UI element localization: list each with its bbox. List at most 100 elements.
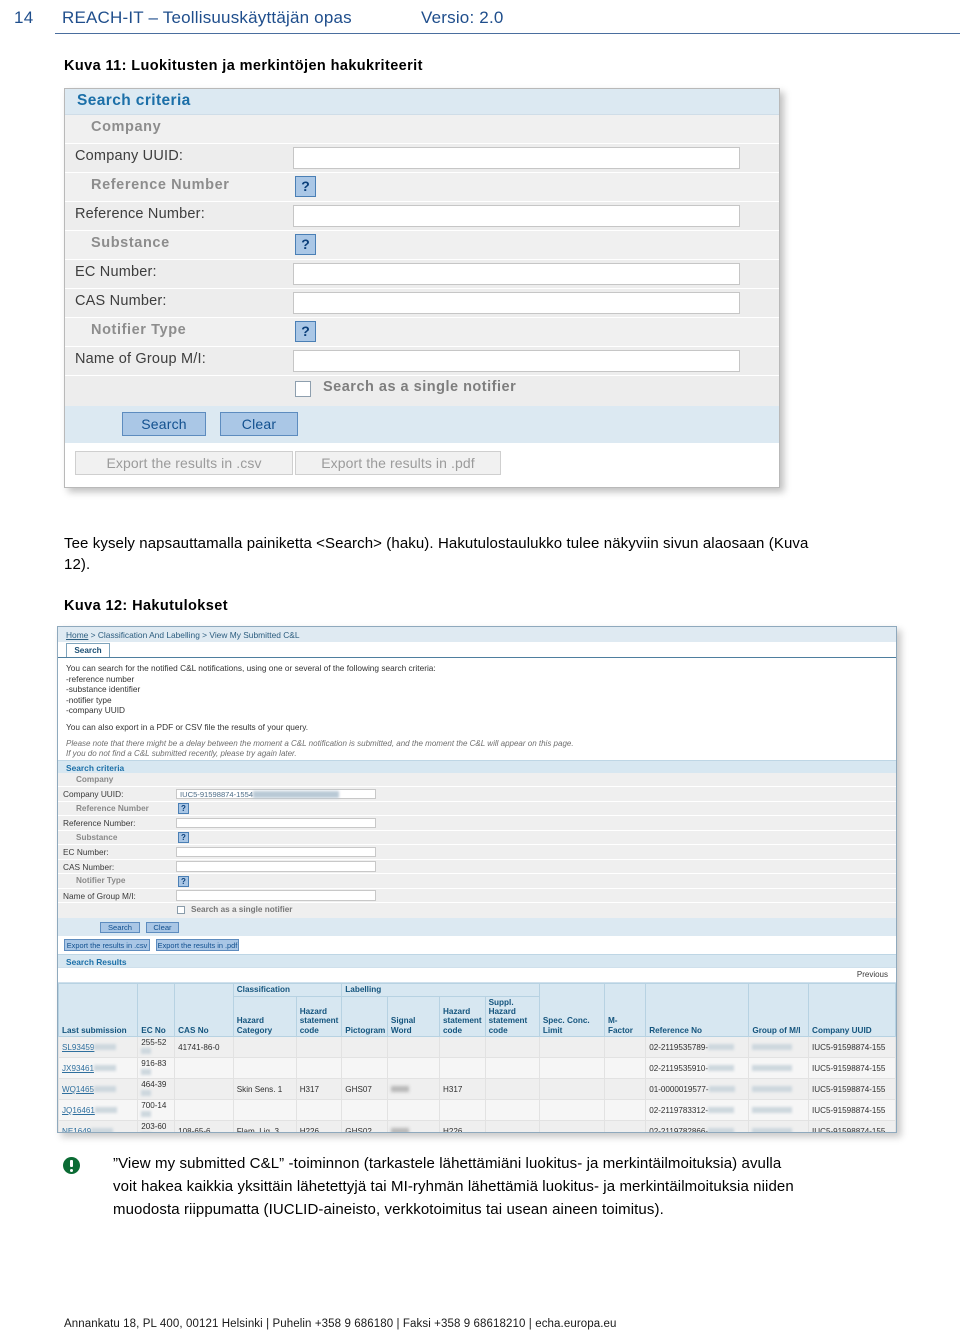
field-row-ec-number: EC Number:: [58, 845, 896, 860]
figure-11-screenshot: Search criteria Company Company UUID: Re…: [64, 88, 780, 488]
col-last-submission[interactable]: Last submission: [58, 983, 139, 1038]
export-csv-button[interactable]: Export the results in .csv: [64, 939, 150, 952]
group-row-reference-number: Reference Number ?: [65, 173, 779, 202]
col-label-hazard-statement-code[interactable]: Hazard statement code: [438, 995, 486, 1038]
cell-signal-word: [386, 1036, 440, 1059]
table-group-header-row: Last submission EC No CAS No Classificat…: [58, 983, 896, 1038]
redacted-text: x: [141, 1111, 152, 1118]
single-notifier-checkbox[interactable]: [295, 381, 311, 397]
help-icon[interactable]: ?: [295, 176, 316, 197]
footer-text: Annankatu 18, PL 400, 00121 Helsinki | P…: [64, 1318, 617, 1330]
col-group-of-mi[interactable]: Group of M/I: [748, 983, 810, 1038]
col-company-uuid[interactable]: Company UUID: [808, 983, 896, 1038]
warning-icon: [63, 1157, 80, 1174]
group-col-labelling: Labelling: [341, 983, 540, 997]
col-cas-no[interactable]: CAS No: [174, 983, 234, 1038]
submission-link[interactable]: JQ16461: [62, 1106, 95, 1115]
clear-button[interactable]: Clear: [146, 921, 179, 933]
help-icon[interactable]: ?: [178, 803, 189, 815]
field-row-company-uuid: Company UUID:: [65, 144, 779, 173]
reference-number-input[interactable]: [176, 817, 376, 829]
cell-hazard-category: [232, 1057, 297, 1080]
cell-spec-conc: [538, 1078, 605, 1101]
single-notifier-checkbox[interactable]: [177, 905, 185, 914]
group-row-substance: Substance ?: [65, 231, 779, 260]
export-button-bar: Export the results in .csv Export the re…: [58, 936, 896, 955]
group-label-company: Company: [76, 774, 114, 784]
intro-bullet-2: -substance identifier: [66, 684, 141, 695]
field-row-name-of-group: Name of Group M/I:: [58, 888, 896, 904]
cell-company-uuid: IUC5-91598874-155: [808, 1057, 896, 1080]
export-pdf-button[interactable]: Export the results in .pdf: [295, 451, 501, 475]
cell-last-submission: JQ16461x: [58, 1099, 139, 1122]
cell-m-factor: [603, 1036, 647, 1059]
col-suppl-hazard-statement-code[interactable]: Suppl. Hazard statement code: [484, 995, 540, 1038]
intro-line-2: You can also export in a PDF or CSV file…: [66, 721, 309, 732]
previous-link[interactable]: Previous: [857, 970, 888, 979]
cell-hs-code: [295, 1099, 343, 1122]
search-criteria-section-title: Search criteria: [58, 759, 896, 773]
cell-spec-conc: [538, 1057, 605, 1080]
cas-number-input[interactable]: [293, 292, 740, 314]
cell-suppl-hs-code: [484, 1057, 540, 1080]
search-criteria-rows: Company Company UUID: IUC5-91598874-1554…: [58, 772, 896, 919]
cell-suppl-hs-code: [484, 1120, 540, 1132]
redacted-text: x: [752, 1085, 793, 1092]
group-label-substance: Substance: [76, 832, 118, 842]
label-reference-number: Reference Number:: [75, 206, 205, 222]
clear-button[interactable]: Clear: [220, 412, 298, 436]
submission-link[interactable]: WQ1465: [62, 1085, 94, 1094]
col-hazard-category[interactable]: Hazard Category: [232, 995, 297, 1038]
label-company-uuid: Company UUID:: [75, 148, 184, 164]
ec-number-input[interactable]: [293, 263, 740, 285]
col-hazard-statement-code[interactable]: Hazard statement code: [295, 995, 343, 1038]
field-row-company-uuid: Company UUID: IUC5-91598874-1554x: [58, 787, 896, 802]
search-criteria-panel-title: Search criteria: [65, 89, 779, 115]
company-uuid-input[interactable]: [293, 147, 740, 169]
name-of-group-input[interactable]: [176, 890, 376, 901]
cell-cas-no: [174, 1078, 234, 1101]
breadcrumb-home-link[interactable]: Home: [66, 630, 88, 640]
submission-link[interactable]: NE1649: [62, 1127, 91, 1132]
cell-pictogram: [341, 1057, 388, 1080]
ec-number-input[interactable]: [176, 846, 376, 858]
redacted-text: x: [93, 1064, 116, 1071]
redacted-text: x: [752, 1106, 793, 1113]
col-pictogram[interactable]: Pictogram: [341, 995, 388, 1038]
page-number: 14: [14, 8, 34, 27]
name-of-group-input[interactable]: [293, 350, 740, 372]
tab-search[interactable]: Search: [66, 643, 110, 657]
cell-m-factor: [603, 1078, 647, 1101]
redacted-text: x: [708, 1085, 735, 1092]
redacted-text: x: [141, 1069, 152, 1076]
reference-number-input[interactable]: [293, 205, 740, 227]
table-row: WQ1465x464-39xSkin Sens. 1H317GHS07xH317…: [58, 1078, 896, 1101]
cas-number-input[interactable]: [176, 861, 376, 872]
help-icon[interactable]: ?: [178, 832, 189, 844]
group-row-reference-number: Reference Number ?: [58, 801, 896, 817]
group-label-company: Company: [91, 119, 162, 135]
search-button[interactable]: Search: [122, 412, 206, 436]
col-ec-no[interactable]: EC No: [137, 983, 176, 1038]
help-icon[interactable]: ?: [295, 321, 316, 342]
search-button[interactable]: Search: [100, 921, 140, 933]
submission-link[interactable]: JX93461: [62, 1064, 94, 1073]
callout-text: ”View my submitted C&L” -toiminnon (tark…: [113, 1155, 794, 1218]
col-signal-word[interactable]: Signal Word: [386, 995, 440, 1038]
field-row-name-of-group: Name of Group M/I:: [65, 347, 779, 376]
submission-link[interactable]: SL93459: [62, 1043, 94, 1052]
field-row-reference-number: Reference Number:: [65, 202, 779, 231]
col-spec-conc-limit[interactable]: Spec. Conc. Limit: [538, 983, 605, 1038]
export-pdf-button[interactable]: Export the results in .pdf: [156, 939, 239, 952]
help-icon[interactable]: ?: [295, 234, 316, 255]
company-uuid-input[interactable]: IUC5-91598874-1554x: [176, 788, 376, 800]
export-csv-button[interactable]: Export the results in .csv: [75, 451, 293, 475]
action-button-bar: Search Clear: [65, 406, 779, 443]
cell-ec-no: 255-52x: [137, 1036, 176, 1059]
cell-group-mi: x: [748, 1120, 810, 1132]
help-icon[interactable]: ?: [178, 875, 189, 887]
col-reference-no[interactable]: Reference No: [645, 983, 750, 1038]
col-m-factor[interactable]: M-Factor: [603, 983, 647, 1038]
redacted-text: x: [94, 1043, 117, 1050]
cell-suppl-hs-code: [484, 1036, 540, 1059]
